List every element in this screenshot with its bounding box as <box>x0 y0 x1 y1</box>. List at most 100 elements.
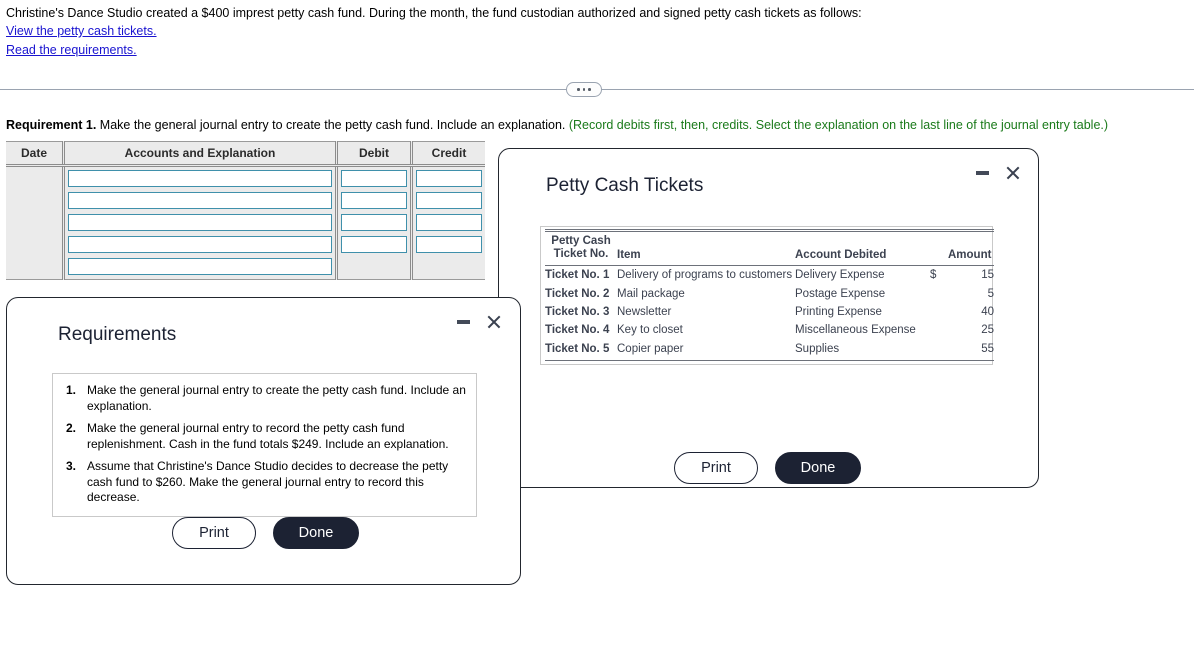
list-item: 1. Make the general journal entry to cre… <box>53 383 468 414</box>
read-requirements-link[interactable]: Read the requirements. <box>6 41 1186 60</box>
journal-col-date: Date <box>6 141 64 167</box>
journal-cell-account <box>62 233 337 255</box>
journal-cell-debit <box>335 165 412 189</box>
requirement-1-hint: (Record debits first, then, credits. Sel… <box>568 118 1109 132</box>
requirements-list-box: 1. Make the general journal entry to cre… <box>52 373 477 517</box>
ticket-currency <box>930 284 948 302</box>
ticket-no: Ticket No. 5 <box>545 339 617 361</box>
account-input[interactable] <box>68 235 332 253</box>
ticket-amount: 40 <box>981 305 994 318</box>
tickets-col-account-debited: Account Debited <box>795 229 930 266</box>
minimize-icon[interactable] <box>457 319 470 324</box>
ticket-amount: 15 <box>981 269 994 282</box>
petty-cash-tickets-dialog: Petty Cash Tickets Petty Cash Ticket No.… <box>498 148 1039 488</box>
minimize-icon[interactable] <box>976 170 989 175</box>
tickets-header-row: Petty Cash Ticket No. Item Account Debit… <box>545 229 994 266</box>
ticket-no: Ticket No. 4 <box>545 324 610 337</box>
credit-input[interactable] <box>416 169 482 187</box>
petty-cash-tickets-table: Petty Cash Ticket No. Item Account Debit… <box>545 229 994 361</box>
list-item: 2. Make the general journal entry to rec… <box>53 421 468 452</box>
journal-cell-debit <box>335 233 412 255</box>
ticket-no: Ticket No. 3 <box>545 305 610 318</box>
tickets-col-ticket-no-line1: Petty Cash <box>551 235 611 247</box>
requirement-number: 2. <box>65 421 76 435</box>
journal-cell-account <box>62 189 337 211</box>
journal-cell-date <box>6 189 64 211</box>
splitter-dot-icon <box>577 88 580 91</box>
tickets-window-controls <box>976 165 1020 180</box>
table-row: Ticket No. 1 Delivery of programs to cus… <box>545 266 994 285</box>
requirement-1-instruction: Requirement 1. Make the general journal … <box>6 117 1108 133</box>
ticket-amount: 55 <box>948 339 994 361</box>
explanation-input[interactable] <box>68 257 332 275</box>
ticket-amount: 25 <box>981 324 994 337</box>
journal-cell-explanation <box>62 255 337 280</box>
journal-cell-credit-empty <box>410 255 485 280</box>
debit-input[interactable] <box>341 213 407 231</box>
petty-cash-tickets-title: Petty Cash Tickets <box>546 175 704 196</box>
tickets-col-item: Item <box>617 229 795 266</box>
requirements-title: Requirements <box>58 324 177 345</box>
print-button[interactable]: Print <box>674 452 758 484</box>
journal-cell-account <box>62 165 337 189</box>
journal-cell-date <box>6 165 64 189</box>
table-row: Ticket No. 4 Key to closet Miscellaneous… <box>545 321 994 339</box>
credit-input[interactable] <box>416 213 482 231</box>
tickets-col-ticket-no: Petty Cash Ticket No. <box>545 229 617 266</box>
journal-cell-account <box>62 211 337 233</box>
table-row <box>6 255 485 280</box>
account-input[interactable] <box>68 213 332 231</box>
ticket-no: Ticket No. 2 <box>545 287 610 300</box>
journal-cell-date <box>6 211 64 233</box>
print-button[interactable]: Print <box>172 517 256 549</box>
close-icon[interactable] <box>486 314 501 329</box>
journal-cell-debit-empty <box>335 255 412 280</box>
requirement-number: 3. <box>65 459 76 473</box>
tickets-col-amount: Amount <box>948 229 994 266</box>
done-button[interactable]: Done <box>775 452 861 484</box>
ticket-item: Newsletter <box>617 305 672 318</box>
ticket-item: Copier paper <box>617 339 795 361</box>
splitter-handle[interactable] <box>566 82 602 97</box>
tickets-col-ticket-no-line2: Ticket No. <box>553 248 609 260</box>
ticket-item: Key to closet <box>617 324 683 337</box>
ticket-currency <box>930 339 948 361</box>
ticket-account: Printing Expense <box>795 305 882 318</box>
credit-input[interactable] <box>416 235 482 253</box>
requirement-text: Make the general journal entry to record… <box>87 421 449 451</box>
debit-input[interactable] <box>341 169 407 187</box>
problem-statement-text: Christine's Dance Studio created a $400 … <box>6 6 862 20</box>
requirement-text: Assume that Christine's Dance Studio dec… <box>87 459 449 504</box>
journal-cell-debit <box>335 189 412 211</box>
debit-input[interactable] <box>341 235 407 253</box>
done-button[interactable]: Done <box>273 517 359 549</box>
view-petty-cash-tickets-link[interactable]: View the petty cash tickets. <box>6 22 1186 41</box>
requirement-text: Make the general journal entry to create… <box>87 383 466 413</box>
journal-header-row: Date Accounts and Explanation Debit Cred… <box>6 141 485 167</box>
journal-cell-date <box>6 233 64 255</box>
close-icon[interactable] <box>1005 165 1020 180</box>
table-row <box>6 211 485 233</box>
ticket-account: Delivery Expense <box>795 269 885 282</box>
credit-input[interactable] <box>416 191 482 209</box>
problem-statement-block: Christine's Dance Studio created a $400 … <box>6 5 1186 60</box>
account-input[interactable] <box>68 169 332 187</box>
splitter-dot-icon <box>588 88 591 91</box>
ticket-item: Mail package <box>617 287 685 300</box>
table-row: Ticket No. 2 Mail package Postage Expens… <box>545 284 994 302</box>
ticket-currency <box>930 303 948 321</box>
requirement-1-text: Make the general journal entry to create… <box>99 118 566 132</box>
table-row <box>6 189 485 211</box>
journal-cell-credit <box>410 165 485 189</box>
requirements-window-controls <box>457 314 501 329</box>
ticket-no: Ticket No. 1 <box>545 269 610 282</box>
journal-col-accounts: Accounts and Explanation <box>62 141 337 167</box>
requirement-1-label: Requirement 1. <box>6 118 97 132</box>
splitter-dot-icon <box>582 88 586 91</box>
account-input[interactable] <box>68 191 332 209</box>
tickets-dialog-actions: Print Done <box>674 452 861 484</box>
panel-splitter[interactable] <box>0 82 1194 98</box>
ticket-account: Supplies <box>795 339 930 361</box>
list-item: 3. Assume that Christine's Dance Studio … <box>53 459 468 506</box>
debit-input[interactable] <box>341 191 407 209</box>
